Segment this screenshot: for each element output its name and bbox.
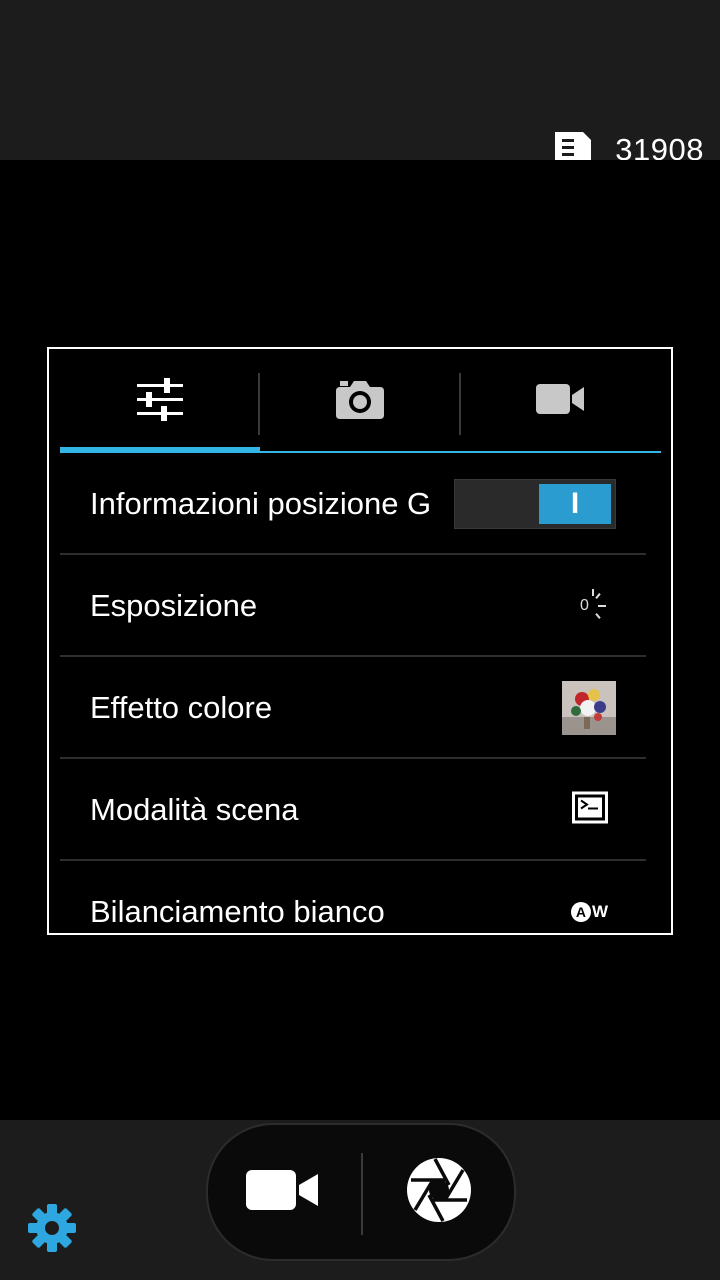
gear-icon: [27, 1204, 77, 1257]
white-balance-auto-icon: A W: [570, 902, 608, 922]
settings-list: Informazioni posizione G I Esposizione 0…: [60, 453, 646, 933]
shutter-button[interactable]: [364, 1125, 514, 1259]
video-camera-icon: [535, 383, 586, 419]
settings-tabs: [60, 361, 661, 453]
exposure-value: 0: [580, 597, 589, 614]
scene-mode-icon: [572, 791, 608, 829]
status-bar: 31908: [0, 0, 720, 167]
exposure-icon: 0: [578, 589, 608, 623]
setting-label: Effetto colore: [90, 690, 273, 725]
setting-row-white-balance[interactable]: Bilanciamento bianco A W: [60, 861, 646, 933]
settings-panel: Informazioni posizione G I Esposizione 0…: [47, 347, 673, 935]
setting-label: Esposizione: [90, 588, 258, 623]
video-mode-button[interactable]: [208, 1125, 358, 1259]
tab-video-settings[interactable]: [460, 361, 661, 453]
setting-label: Bilanciamento bianco: [90, 894, 385, 929]
toggle-on-label: I: [570, 487, 580, 520]
setting-label: Modalità scena: [90, 792, 299, 827]
video-camera-icon: [246, 1169, 320, 1215]
gps-location-toggle[interactable]: I: [454, 479, 616, 529]
setting-row-scene-mode[interactable]: Modalità scena: [60, 759, 646, 861]
camera-icon: [336, 379, 385, 424]
setting-row-gps-location[interactable]: Informazioni posizione G I: [60, 453, 646, 555]
settings-button[interactable]: [27, 1203, 77, 1253]
color-effect-thumbnail: [562, 681, 616, 735]
tab-general-settings[interactable]: [60, 361, 261, 453]
setting-row-color-effect[interactable]: Effetto colore: [60, 657, 646, 759]
sliders-icon: [137, 376, 184, 427]
setting-row-exposure[interactable]: Esposizione 0: [60, 555, 646, 657]
capture-controls: [206, 1123, 516, 1261]
shutter-icon: [405, 1156, 473, 1229]
setting-label: Informazioni posizione G: [90, 486, 432, 521]
toggle-thumb: I: [539, 484, 611, 524]
tab-photo-settings[interactable]: [260, 361, 461, 453]
